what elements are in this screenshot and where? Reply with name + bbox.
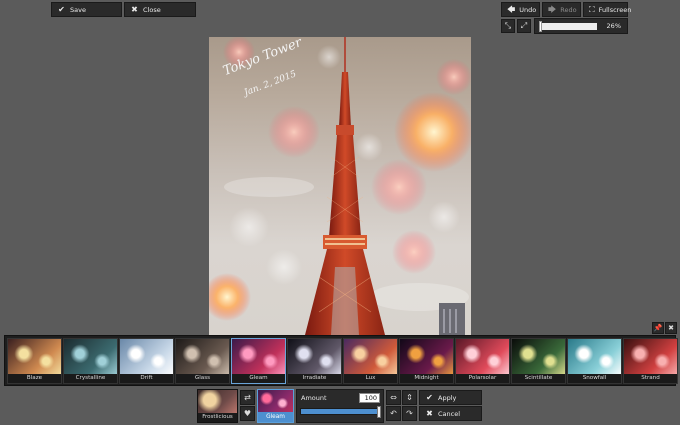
cancel-label: Cancel bbox=[438, 409, 461, 418]
filter-label: Glass bbox=[176, 374, 229, 383]
preset-thumbnail-image bbox=[198, 390, 237, 415]
zoom-slider-handle[interactable] bbox=[539, 21, 542, 32]
shuffle-button[interactable]: ⇄ bbox=[240, 390, 255, 405]
pin-strip-button[interactable]: 📌 bbox=[652, 322, 664, 334]
filter-strip: Blaze Crystalline Drift Glass Gleam Irradiate… bbox=[4, 335, 678, 386]
photo-canvas: Tokyo Tower Jan. 2, 2015 bbox=[209, 37, 471, 335]
arrow-right-icon: 🡆 bbox=[548, 4, 557, 14]
filter-preview-image bbox=[624, 339, 677, 376]
rotate-left-icon: ↶ bbox=[390, 409, 397, 418]
checkmark-icon: ✔ bbox=[426, 392, 433, 402]
filter-label: Lux bbox=[344, 374, 397, 383]
filter-preview-image bbox=[456, 339, 509, 376]
amount-input[interactable] bbox=[359, 393, 380, 403]
filter-preview-image bbox=[568, 339, 621, 376]
redo-label: Redo bbox=[560, 5, 577, 14]
filter-preview-image bbox=[8, 339, 61, 376]
save-label: Save bbox=[70, 5, 86, 14]
filter-label: Blaze bbox=[8, 374, 61, 383]
zoom-actual-size-button[interactable]: ⤢ bbox=[517, 19, 531, 33]
rotate-left-button[interactable]: ↶ bbox=[386, 406, 401, 421]
filter-preview-image bbox=[176, 339, 229, 376]
filter-preview-image bbox=[400, 339, 453, 376]
close-icon: ✖ bbox=[131, 4, 138, 14]
cancel-button[interactable]: ✖ Cancel bbox=[419, 406, 482, 421]
close-button[interactable]: ✖ Close bbox=[124, 2, 196, 17]
filter-preview-image bbox=[512, 339, 565, 376]
flip-horizontal-icon: ⇔ bbox=[390, 393, 397, 402]
filter-label: Scintillate bbox=[512, 374, 565, 383]
filter-preview-image bbox=[288, 339, 341, 376]
pin-icon: 📌 bbox=[653, 324, 663, 332]
preset-label: Frostlicious bbox=[198, 413, 237, 422]
filter-thumbnail-crystalline[interactable]: Crystalline bbox=[63, 338, 118, 384]
close-icon: ✖ bbox=[426, 408, 433, 418]
flip-horizontal-button[interactable]: ⇔ bbox=[386, 390, 401, 405]
close-strip-button[interactable]: ✖ bbox=[665, 322, 677, 334]
zoom-level: 26% bbox=[606, 22, 621, 30]
filter-thumbnail-gleam[interactable]: Gleam bbox=[231, 338, 286, 384]
filter-preview-image bbox=[232, 339, 285, 376]
apply-button[interactable]: ✔ Apply bbox=[419, 390, 482, 405]
amount-label: Amount bbox=[301, 394, 327, 402]
flip-vertical-button[interactable]: ⇕ bbox=[402, 390, 417, 405]
filter-preview-image bbox=[64, 339, 117, 376]
fullscreen-button[interactable]: ⛶ Fullscreen bbox=[583, 2, 631, 17]
undo-label: Undo bbox=[519, 5, 537, 14]
filter-thumbnail-blaze[interactable]: Blaze bbox=[7, 338, 62, 384]
undo-button[interactable]: 🡄 Undo bbox=[501, 2, 540, 17]
filter-thumbnail-lux[interactable]: Lux bbox=[343, 338, 398, 384]
rotate-right-button[interactable]: ↷ bbox=[402, 406, 417, 421]
save-button[interactable]: ✔ Save bbox=[51, 2, 122, 17]
filter-label: Snowfall bbox=[568, 374, 621, 383]
amount-panel: Amount bbox=[296, 389, 384, 423]
filter-thumbnail-irradiate[interactable]: Irradiate bbox=[287, 338, 342, 384]
filter-label: Strand bbox=[624, 374, 677, 383]
shuffle-icon: ⇄ bbox=[244, 393, 251, 402]
active-filter-label: Gleam bbox=[258, 412, 293, 422]
filter-label: Midnight bbox=[400, 374, 453, 383]
filter-thumbnail-strand[interactable]: Strand bbox=[623, 338, 678, 384]
shrink-icon: ⤡ bbox=[504, 21, 512, 30]
close-label: Close bbox=[143, 5, 161, 14]
heart-icon: ♥ bbox=[243, 409, 252, 418]
favorite-button[interactable]: ♥ bbox=[240, 406, 255, 421]
redo-button[interactable]: 🡆 Redo bbox=[542, 2, 581, 17]
flip-vertical-icon: ⇕ bbox=[406, 393, 413, 402]
fullscreen-label: Fullscreen bbox=[598, 5, 632, 14]
filter-label: Polarsolar bbox=[456, 374, 509, 383]
filter-thumbnail-scintillate[interactable]: Scintillate bbox=[511, 338, 566, 384]
photo-image bbox=[209, 37, 471, 335]
rotate-right-icon: ↷ bbox=[406, 409, 413, 418]
filter-label: Crystalline bbox=[64, 374, 117, 383]
fullscreen-icon: ⛶ bbox=[589, 4, 595, 14]
amount-slider[interactable] bbox=[300, 406, 381, 418]
filter-thumbnail-polarsolar[interactable]: Polarsolar bbox=[455, 338, 510, 384]
checkmark-icon: ✔ bbox=[58, 4, 65, 14]
active-filter-thumbnail[interactable]: Gleam bbox=[257, 389, 294, 423]
amount-slider-handle[interactable] bbox=[377, 406, 381, 418]
filter-preview-image bbox=[120, 339, 173, 376]
filter-label: Gleam bbox=[232, 374, 285, 383]
arrow-left-icon: 🡄 bbox=[507, 4, 516, 14]
filter-thumbnail-glass[interactable]: Glass bbox=[175, 338, 230, 384]
zoom-fit-button[interactable]: ⤡ bbox=[501, 19, 515, 33]
active-filter-image bbox=[258, 390, 293, 414]
filter-thumbnail-snowfall[interactable]: Snowfall bbox=[567, 338, 622, 384]
preset-thumbnail[interactable]: Frostlicious bbox=[197, 389, 238, 423]
filter-thumbnail-midnight[interactable]: Midnight bbox=[399, 338, 454, 384]
zoom-slider[interactable]: 26% bbox=[534, 18, 628, 34]
zoom-slider-track[interactable] bbox=[539, 23, 597, 30]
filter-label: Drift bbox=[120, 374, 173, 383]
apply-label: Apply bbox=[438, 393, 457, 402]
filter-preview-image bbox=[344, 339, 397, 376]
filter-thumbnail-drift[interactable]: Drift bbox=[119, 338, 174, 384]
expand-icon: ⤢ bbox=[520, 21, 528, 30]
filter-label: Irradiate bbox=[288, 374, 341, 383]
close-icon: ✖ bbox=[668, 324, 674, 332]
